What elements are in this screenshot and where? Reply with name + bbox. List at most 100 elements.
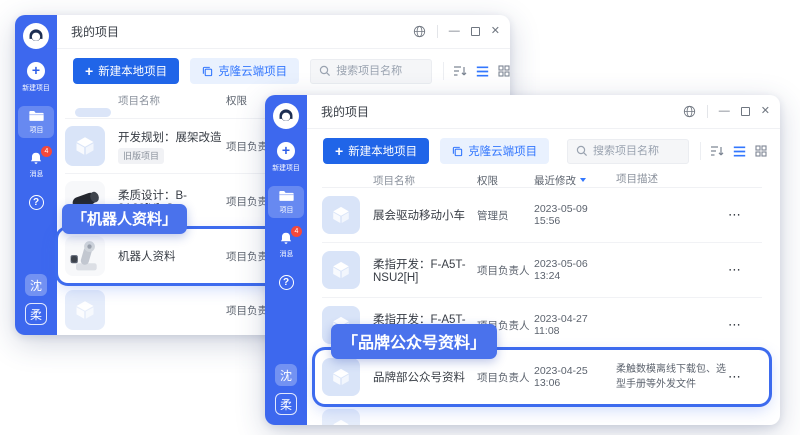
sort-icon[interactable] — [453, 65, 467, 77]
project-thumbnail-robot — [65, 236, 105, 276]
notification-badge: 4 — [41, 146, 52, 157]
project-name: 品牌部公众号资料 — [373, 369, 477, 385]
close-icon[interactable]: ✕ — [491, 26, 500, 37]
truncated-row-placeholder — [75, 108, 111, 117]
more-button[interactable]: ⋯ — [728, 207, 743, 222]
close-icon[interactable]: ✕ — [761, 106, 770, 117]
project-name: 柔指开发：F-A5T-NSU2[H] — [373, 256, 477, 284]
cube-icon — [322, 358, 360, 396]
callout-brand-account-label: 「品牌公众号资料」 — [331, 324, 497, 359]
modified-time: 2023-04-25 13:06 — [534, 365, 616, 389]
sort-icon[interactable] — [710, 145, 724, 157]
more-button[interactable]: ⋯ — [728, 262, 743, 277]
sidebar-label-messages: 消息 — [29, 168, 43, 178]
sort-arrow-icon — [580, 178, 586, 182]
app-logo-robot-icon — [23, 23, 49, 49]
list-view-icon[interactable] — [733, 146, 746, 157]
help-icon: ? — [29, 195, 44, 210]
clone-icon — [452, 146, 463, 157]
project-description: 柔触数模离线下载包、选型手册等外发文件 — [616, 362, 728, 392]
sidebar-avatars: 沈 柔 — [265, 364, 307, 415]
clone-cloud-project-button[interactable]: 克隆云端项目 — [190, 58, 299, 84]
more-button[interactable]: ⋯ — [728, 369, 743, 384]
window-title: 我的项目 — [71, 23, 119, 40]
globe-icon[interactable] — [413, 25, 426, 38]
cube-icon — [65, 290, 105, 330]
new-local-project-button[interactable]: + 新建本地项目 — [323, 138, 429, 164]
minimize-icon[interactable]: — — [449, 26, 460, 37]
plus-icon: + — [85, 64, 93, 78]
legacy-project-tag: 旧版项目 — [118, 148, 164, 164]
header-modified[interactable]: 最近修改 — [534, 173, 616, 188]
folder-icon — [279, 189, 294, 202]
search-box[interactable] — [567, 139, 689, 164]
cube-icon — [65, 126, 105, 166]
sidebar-item-messages[interactable]: 4 消息 — [18, 148, 54, 182]
window-title: 我的项目 — [321, 103, 369, 120]
minimize-icon[interactable]: — — [719, 106, 730, 117]
plus-circle-icon: + — [277, 142, 295, 160]
sidebar-item-new-project[interactable]: + 新建项目 — [268, 139, 304, 176]
search-input[interactable] — [593, 145, 680, 157]
sidebar-label-messages: 消息 — [279, 248, 293, 258]
project-name: 展会驱动移动小车 — [373, 207, 477, 223]
avatar-rou[interactable]: 柔 — [25, 303, 47, 325]
sidebar-item-messages[interactable]: 4 消息 — [268, 228, 304, 262]
sidebar-label-new-project: 新建项目 — [272, 162, 300, 172]
titlebar: 我的项目 — ✕ — [307, 95, 780, 129]
search-input[interactable] — [336, 65, 423, 77]
help-icon: ? — [279, 275, 294, 290]
project-row[interactable]: 柔指开发：F-A5T-NSU2[H] 项目负责人 2023-05-06 13:2… — [322, 243, 762, 298]
permission: 项目负责人 — [477, 263, 534, 278]
search-box[interactable] — [310, 59, 432, 84]
maximize-icon[interactable] — [741, 107, 750, 116]
new-local-project-button[interactable]: + 新建本地项目 — [73, 58, 179, 84]
plus-icon: + — [335, 144, 343, 158]
modified-time: 2023-05-09 15:56 — [534, 203, 616, 227]
avatar-rou[interactable]: 柔 — [275, 393, 297, 415]
window-my-projects-front: + 新建项目 项目 4 消息 ? 沈 柔 我的项目 — [265, 95, 780, 425]
search-icon — [319, 65, 331, 77]
clone-cloud-project-button[interactable]: 克隆云端项目 — [440, 138, 549, 164]
more-button[interactable]: ⋯ — [728, 317, 743, 332]
project-row[interactable]: 展会驱动移动小车 管理员 2023-05-09 15:56 ⋯ — [322, 188, 762, 243]
bell-icon: 4 — [279, 231, 293, 246]
sidebar: + 新建项目 项目 4 消息 ? 沈 柔 — [15, 15, 57, 335]
cube-icon — [322, 196, 360, 234]
sidebar-item-help[interactable]: ? — [268, 272, 304, 293]
permission: 项目负责人 — [477, 370, 534, 385]
app-logo-robot-icon — [273, 103, 299, 129]
grid-view-icon[interactable] — [755, 145, 767, 157]
view-toggle-group — [443, 62, 510, 80]
modified-time: 2023-04-27 11:08 — [534, 313, 616, 337]
titlebar-divider — [437, 25, 438, 38]
cube-icon — [322, 409, 360, 425]
project-name: 机器人资料 — [118, 248, 226, 264]
sidebar-item-projects[interactable]: 项目 — [268, 186, 304, 218]
avatar-shen[interactable]: 沈 — [275, 364, 297, 386]
list-view-icon[interactable] — [476, 66, 489, 77]
header-project-name: 项目名称 — [373, 173, 477, 188]
sidebar-item-new-project[interactable]: + 新建项目 — [18, 59, 54, 96]
project-name: 开发规划：展架改造 — [118, 129, 226, 145]
grid-view-icon[interactable] — [498, 65, 510, 77]
toolbar: + 新建本地项目 克隆云端项目 — [307, 129, 780, 173]
folder-icon — [29, 109, 44, 122]
sidebar-item-help[interactable]: ? — [18, 192, 54, 213]
header-project-name: 项目名称 — [118, 93, 226, 108]
sidebar: + 新建项目 项目 4 消息 ? 沈 柔 — [265, 95, 307, 425]
avatar-shen[interactable]: 沈 — [25, 274, 47, 296]
bell-icon: 4 — [29, 151, 43, 166]
sidebar-avatars: 沈 柔 — [15, 274, 57, 325]
callout-robot-data-label: 「机器人资料」 — [62, 204, 187, 234]
globe-icon[interactable] — [683, 105, 696, 118]
project-row-partial[interactable] — [322, 404, 762, 425]
maximize-icon[interactable] — [471, 27, 480, 36]
cube-icon — [322, 251, 360, 289]
titlebar: 我的项目 — ✕ — [57, 15, 510, 49]
modified-time: 2023-05-06 13:24 — [534, 258, 616, 282]
sidebar-item-projects[interactable]: 项目 — [18, 106, 54, 138]
header-permission: 权限 — [477, 173, 534, 188]
view-toggle-group — [700, 142, 767, 160]
sidebar-label-projects: 项目 — [279, 204, 293, 214]
